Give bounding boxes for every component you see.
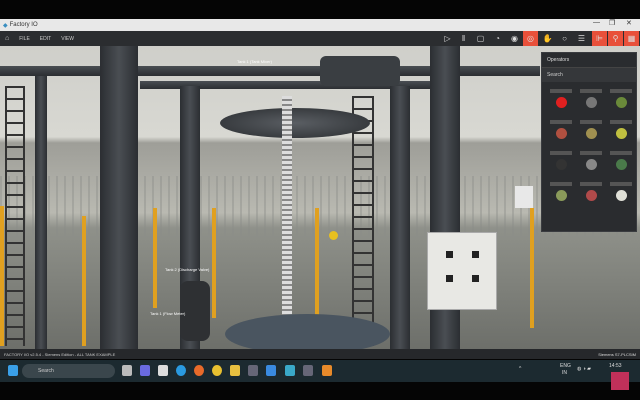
title-bar: ◆ Factory IO — ❐ ✕ — [0, 19, 640, 31]
pause-icon[interactable]: ‖ — [456, 31, 471, 46]
menu-file[interactable]: FILE — [19, 36, 30, 42]
panel-title: Operators — [542, 53, 636, 68]
operator-item[interactable] — [578, 120, 604, 148]
operator-item[interactable] — [608, 151, 634, 179]
chrome-icon[interactable] — [212, 365, 222, 376]
notepad-icon[interactable] — [158, 365, 168, 376]
firefox-icon[interactable] — [194, 365, 204, 376]
operators-panel: Operators Search — [541, 52, 637, 232]
maximize-button[interactable]: ❐ — [609, 19, 615, 27]
taskbar-search-label: Search — [38, 368, 54, 374]
cursor-marker — [329, 231, 338, 240]
control-box[interactable] — [427, 232, 497, 310]
close-button[interactable]: ✕ — [626, 19, 632, 27]
taskbar-search[interactable]: Search — [22, 364, 115, 378]
minimize-button[interactable]: — — [593, 19, 600, 26]
plc-status: Siemens S7-PLCSIM — [598, 351, 636, 357]
watermark-logo — [611, 372, 629, 390]
drivers-icon[interactable]: ⊫ — [592, 31, 607, 46]
plcsim-icon[interactable] — [303, 365, 313, 376]
operator-item[interactable] — [548, 89, 574, 117]
parts-icon[interactable]: ▦ — [624, 31, 639, 46]
taskbar: Search ^ ENG IN ◍ ◑ ▰ 14:53 — [0, 360, 640, 382]
operator-item[interactable] — [608, 89, 634, 117]
window-title: Factory IO — [9, 22, 38, 28]
list-icon[interactable]: ☰ — [574, 31, 589, 46]
status-text: FACTORY I/O v2.5.4 - Siemens Edition - A… — [4, 351, 116, 357]
light-icon[interactable]: ○ — [557, 31, 572, 46]
region-indicator[interactable]: IN — [562, 370, 567, 376]
status-bar: FACTORY I/O v2.5.4 - Siemens Edition - A… — [0, 349, 640, 359]
operator-item[interactable] — [548, 151, 574, 179]
toolbar: ⌂ FILE EDIT VIEW ▷ ‖ ▢ ◔ ◉ ◎ ✋ ○ ☰ ⊫ ⚲ ▦ — [0, 31, 640, 46]
file-explorer-icon[interactable] — [230, 365, 240, 376]
scene-label-discharge-valve: Tank 2 (Discharge Valve) — [165, 267, 210, 272]
operator-item[interactable] — [608, 120, 634, 148]
app-icon: ◆ — [3, 22, 8, 29]
network-icon[interactable]: ◍ ◑ ▰ — [577, 366, 591, 372]
language-indicator[interactable]: ENG — [560, 363, 571, 369]
edge-icon[interactable] — [176, 365, 186, 376]
task-view-icon[interactable] — [122, 365, 132, 376]
play-icon[interactable]: ▷ — [440, 31, 455, 46]
operator-item[interactable] — [548, 120, 574, 148]
menu-view[interactable]: VIEW — [61, 36, 74, 42]
operator-item[interactable] — [548, 182, 574, 210]
scene-label-flow-meter: Tank 1 (Flow Meter) — [150, 311, 186, 316]
tray-chevron-icon[interactable]: ^ — [519, 366, 521, 372]
panel-search-input[interactable]: Search — [542, 68, 636, 82]
operator-item[interactable] — [578, 182, 604, 210]
operator-item[interactable] — [608, 182, 634, 210]
timer-icon[interactable]: ◔ — [490, 31, 505, 46]
hand-icon[interactable]: ✋ — [540, 31, 555, 46]
stop-icon[interactable]: ▢ — [473, 31, 488, 46]
scene-label-tank-mixer: Tank 1 (Tank Mixer) — [237, 59, 272, 64]
operator-item[interactable] — [578, 151, 604, 179]
zoom-icon[interactable]: ⚲ — [608, 31, 623, 46]
camera-icon[interactable]: ◉ — [507, 31, 522, 46]
windows-start-icon[interactable] — [8, 365, 18, 376]
factory-io-icon[interactable] — [285, 365, 295, 376]
teams-icon[interactable] — [140, 365, 150, 376]
app-icon-orange[interactable] — [322, 365, 332, 376]
menu-edit[interactable]: EDIT — [40, 36, 51, 42]
tia-portal-icon[interactable] — [248, 365, 258, 376]
mail-icon[interactable] — [266, 365, 276, 376]
clock[interactable]: 14:53 — [609, 363, 622, 369]
sensor-icon[interactable]: ◎ — [523, 31, 538, 46]
operator-item[interactable] — [578, 89, 604, 117]
home-icon[interactable]: ⌂ — [5, 35, 9, 42]
